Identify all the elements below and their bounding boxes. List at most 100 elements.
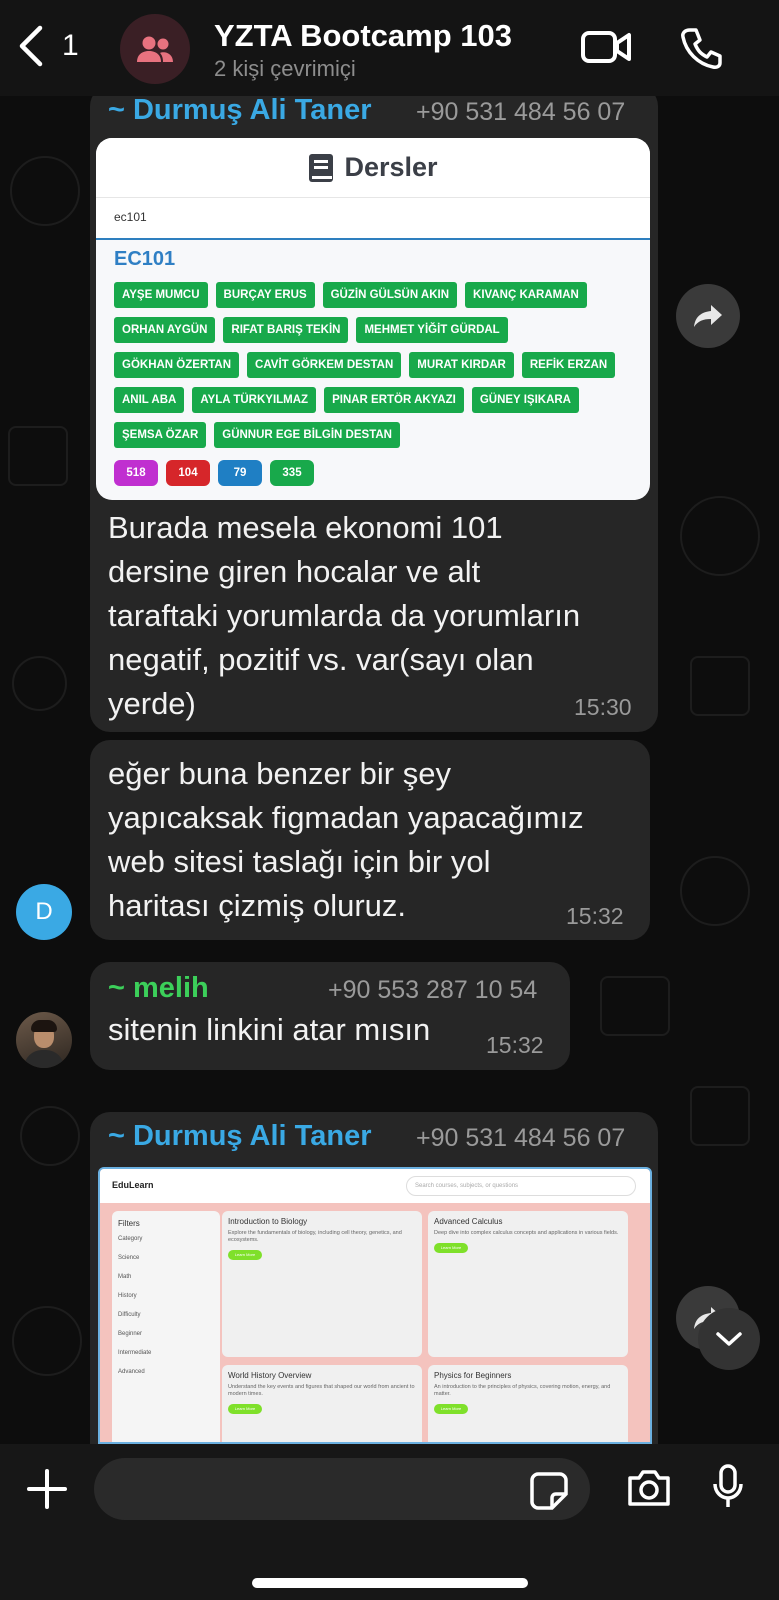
image-filters-panel: Filters Category Science Math History Di… xyxy=(112,1211,220,1442)
teacher-chip: GÜNNUR EGE BİLGİN DESTAN xyxy=(214,422,400,448)
course-card: Physics for Beginners An introduction to… xyxy=(428,1365,628,1442)
chat-title[interactable]: YZTA Bootcamp 103 xyxy=(214,18,512,54)
message-line: sitenin linkini atar mısın xyxy=(108,1012,431,1047)
teacher-chip: MEHMET YİĞİT GÜRDAL xyxy=(356,317,508,343)
image-header: Dersler xyxy=(96,138,650,198)
chat-header: 1 YZTA Bootcamp 103 2 kişi çevrimiçi xyxy=(0,0,779,96)
wallpaper-doodle xyxy=(12,1306,82,1376)
filter-label: Difficulty xyxy=(118,1312,141,1318)
sender-name[interactable]: ~ Durmuş Ali Taner xyxy=(108,1120,371,1153)
sender-name[interactable]: ~ melih xyxy=(108,972,209,1005)
image-topbar: EduLearn Search courses, subjects, or qu… xyxy=(100,1169,650,1203)
course-card: Introduction to Biology Explore the fund… xyxy=(222,1211,422,1357)
plus-icon[interactable] xyxy=(26,1468,68,1510)
sender-phone: +90 531 484 56 07 xyxy=(416,1124,626,1152)
wallpaper-doodle xyxy=(690,656,750,716)
scroll-to-bottom-button[interactable] xyxy=(698,1308,760,1370)
wallpaper-doodle xyxy=(680,856,750,926)
card-button: Learn More xyxy=(434,1404,468,1414)
wallpaper-doodle xyxy=(10,156,80,226)
card-description: An introduction to the principles of phy… xyxy=(434,1384,611,1397)
chevron-left-icon xyxy=(19,25,43,67)
message-bubble[interactable]: ~ Durmuş Ali Taner +90 531 484 56 07 Der… xyxy=(90,96,658,732)
comment-count-badge: 104 xyxy=(166,460,210,486)
card-title: Introduction to Biology xyxy=(228,1217,308,1226)
course-card: World History Overview Understand the ke… xyxy=(222,1365,422,1442)
image-title: Dersler xyxy=(344,152,438,182)
card-description: Explore the fundamentals of biology, inc… xyxy=(228,1230,402,1243)
avatar[interactable]: D xyxy=(16,884,72,940)
message-time: 15:30 xyxy=(574,694,632,720)
online-status: 2 kişi çevrimiçi xyxy=(214,56,356,81)
video-call-icon[interactable] xyxy=(580,28,632,66)
avatar-photo xyxy=(24,1050,64,1068)
card-title: World History Overview xyxy=(228,1371,312,1380)
forward-button[interactable] xyxy=(676,284,740,348)
teacher-chips: AYŞE MUMCU BURÇAY ERUS GÜZİN GÜLSÜN AKIN KI… xyxy=(114,282,634,448)
chat-area[interactable]: ~ Durmuş Ali Taner +90 531 484 56 07 Der… xyxy=(0,96,779,1444)
message-line: yerde) xyxy=(108,686,196,721)
filter-label: History xyxy=(118,1293,137,1299)
avatar[interactable] xyxy=(16,1012,72,1068)
filter-label: Science xyxy=(118,1255,140,1261)
filter-label: Beginner xyxy=(118,1331,143,1337)
filter-label: Category xyxy=(118,1236,143,1242)
group-icon xyxy=(137,36,173,62)
message-bubble[interactable]: eğer buna benzer bir şey yapıcaksak figm… xyxy=(90,740,650,940)
back-button[interactable]: 1 xyxy=(14,22,79,70)
teacher-chip: ŞEMSA ÖZAR xyxy=(114,422,207,448)
message-line: Burada mesela ekonomi 101 xyxy=(108,510,503,545)
teacher-chip: RIFAT BARIŞ TEKİN xyxy=(223,317,349,343)
card-description: Understand the key events and figures th… xyxy=(228,1384,415,1397)
course-code: EC101 xyxy=(114,248,176,270)
wallpaper-doodle xyxy=(20,1106,80,1166)
book-icon xyxy=(309,153,334,182)
teacher-chip: ORHAN AYGÜN xyxy=(114,317,216,343)
phone-icon[interactable] xyxy=(680,26,724,70)
comment-count-badge: 518 xyxy=(114,460,158,486)
message-bubble[interactable]: ~ melih +90 553 287 10 54 sitenin linkin… xyxy=(90,962,570,1070)
message-input-bar xyxy=(0,1444,779,1600)
sticker-icon[interactable] xyxy=(530,1472,568,1510)
teacher-chip: GÜZİN GÜLSÜN AKIN xyxy=(322,282,458,308)
microphone-icon[interactable] xyxy=(712,1464,744,1510)
comment-counts: 518 104 79 335 xyxy=(114,460,314,486)
teacher-chip: AYLA TÜRKYILMAZ xyxy=(192,387,317,413)
image-search-field: ec101 xyxy=(96,198,650,240)
message-text: eğer buna benzer bir şey yapıcaksak figm… xyxy=(108,752,584,928)
shared-image-dersler[interactable]: Dersler ec101 EC101 AYŞE MUMCU BURÇAY ERU… xyxy=(96,138,650,500)
chevron-down-icon xyxy=(716,1332,742,1346)
message-text: sitenin linkini atar mısın xyxy=(108,1008,430,1052)
avatar-photo xyxy=(31,1020,57,1032)
group-avatar[interactable] xyxy=(120,14,190,84)
message-time: 15:32 xyxy=(486,1032,544,1058)
message-line: taraftaki yorumlarda da yorumların xyxy=(108,598,581,633)
card-button: Learn More xyxy=(434,1243,468,1253)
teacher-chip: AYŞE MUMCU xyxy=(114,282,208,308)
teacher-chip: GÖKHAN ÖZERTAN xyxy=(114,352,240,378)
image-brand: EduLearn xyxy=(112,1180,154,1190)
camera-icon[interactable] xyxy=(626,1468,672,1508)
filter-label: Intermediate xyxy=(118,1350,152,1356)
teacher-chip: KIVANÇ KARAMAN xyxy=(465,282,587,308)
shared-image-edulearn[interactable]: EduLearn Search courses, subjects, or qu… xyxy=(98,1167,652,1444)
wallpaper-doodle xyxy=(600,976,670,1036)
unread-count: 1 xyxy=(62,29,79,62)
home-indicator[interactable] xyxy=(252,1578,528,1588)
message-line: dersine giren hocalar ve alt xyxy=(108,554,481,589)
message-input[interactable] xyxy=(94,1458,590,1520)
teacher-chip: MURAT KIRDAR xyxy=(409,352,514,378)
teacher-chip: CAVİT GÖRKEM DESTAN xyxy=(247,352,402,378)
card-title: Physics for Beginners xyxy=(434,1371,512,1380)
message-text: Burada mesela ekonomi 101 dersine giren … xyxy=(108,506,580,726)
message-line: eğer buna benzer bir şey xyxy=(108,756,451,791)
comment-count-badge: 335 xyxy=(270,460,314,486)
course-card: Advanced Calculus Deep dive into complex… xyxy=(428,1211,628,1357)
teacher-chip: BURÇAY ERUS xyxy=(215,282,315,308)
sender-name[interactable]: ~ Durmuş Ali Taner xyxy=(108,96,371,127)
teacher-chip: REFİK ERZAN xyxy=(521,352,616,378)
comment-count-badge: 79 xyxy=(218,460,262,486)
card-title: Advanced Calculus xyxy=(434,1217,503,1226)
card-button: Learn More xyxy=(228,1250,262,1260)
message-time: 15:32 xyxy=(566,903,624,929)
